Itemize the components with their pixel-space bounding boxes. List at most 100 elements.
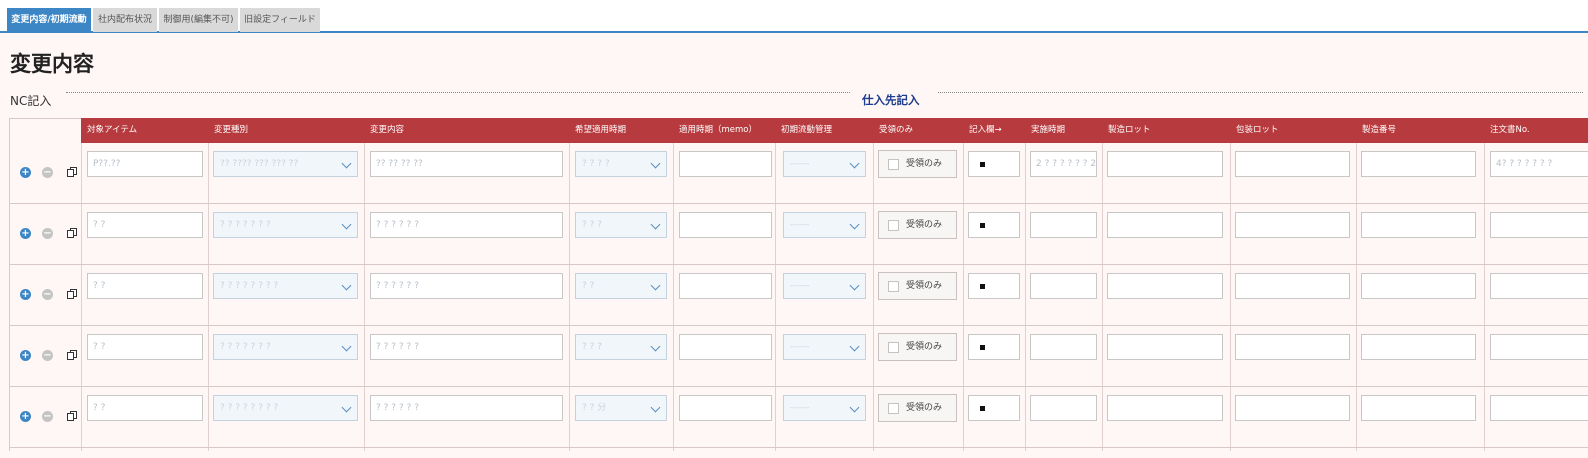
period-memo-input[interactable] [679,273,772,299]
receipt-only-label: 受領のみ [906,281,943,291]
col-initial-flow-header: 初期流動管理 [781,125,833,135]
impl-date-input[interactable] [1030,334,1097,360]
order-no-input[interactable]: 4? ? ? ? ? ? ? [1490,151,1588,177]
period-memo-input[interactable] [679,151,772,177]
period-memo-input[interactable] [679,395,772,421]
copy-row-icon[interactable] [67,350,77,360]
target-item-input[interactable]: ? ? [87,212,203,238]
impl-date-input[interactable] [1030,395,1097,421]
initial-flow-select[interactable]: ------ [783,212,866,238]
receipt-only-checkbox[interactable]: 受領のみ [878,150,957,178]
mfg-number-input[interactable] [1361,395,1476,421]
desired-period-select[interactable]: ? ? ? [575,212,667,238]
change-type-select[interactable]: ? ? ? ? ? ? ? ? [213,273,358,299]
mfg-lot-input[interactable] [1107,395,1223,421]
impl-date-input[interactable] [1030,212,1097,238]
impl-date-input[interactable] [1030,273,1097,299]
table-row: + − ? ? ? ? ? ? ? ? ? ? ? ? ? ? ? ? ? ? ------… [10,326,1588,387]
checkbox-square[interactable] [888,220,899,231]
desired-period-select[interactable]: ? ? ? ? [575,151,667,177]
mfg-lot-input[interactable] [1107,151,1223,177]
change-type-select[interactable]: ? ? ? ? ? ? ? [213,334,358,360]
col-pack-lot-header: 包装ロット [1236,125,1279,135]
change-content-input[interactable]: ?? ?? ?? ?? [370,151,563,177]
period-memo-input[interactable] [679,212,772,238]
col-order-no-header: 注文書No. [1490,125,1530,135]
order-no-input[interactable] [1490,273,1588,299]
change-type-select[interactable]: ?? ???? ??? ??? ?? [213,151,358,177]
desired-period-select[interactable]: ? ? [575,273,667,299]
add-row-icon[interactable]: + [20,350,31,361]
target-item-input[interactable]: ? ? [87,334,203,360]
initial-flow-select[interactable]: ------ [783,273,866,299]
initial-flow-select[interactable]: ------ [783,334,866,360]
change-type-select[interactable]: ? ? ? ? ? ? ? [213,212,358,238]
remove-row-icon[interactable]: − [42,350,53,361]
mfg-number-input[interactable] [1361,334,1476,360]
desired-period-select[interactable]: ? ? ? [575,334,667,360]
impl-date-input[interactable]: 2 ? ? ? ? ? ? 2 [1030,151,1097,177]
add-row-icon[interactable]: + [20,228,31,239]
copy-row-icon[interactable] [67,228,77,238]
supplier-section-label: 仕入先記入 [862,93,920,107]
tab-change-content[interactable]: 変更内容/初期流動 [7,8,91,32]
pack-lot-input[interactable] [1235,395,1350,421]
order-no-input[interactable] [1490,334,1588,360]
tab-old-settings[interactable]: 旧設定フィールド [240,8,320,32]
initial-flow-select[interactable]: ------ [783,151,866,177]
col-mfg-lot-header: 製造ロット [1108,125,1151,135]
remove-row-icon[interactable]: − [42,411,53,422]
target-item-input[interactable]: ? ? [87,273,203,299]
checkbox-square[interactable] [888,281,899,292]
checkbox-square[interactable] [888,403,899,414]
add-row-icon[interactable]: + [20,411,31,422]
order-no-input[interactable] [1490,212,1588,238]
pack-lot-input[interactable] [1235,334,1350,360]
target-item-input[interactable]: P??.?? [87,151,203,177]
mfg-number-input[interactable] [1361,273,1476,299]
change-content-input[interactable]: ? ? ? ? ? ? [370,334,563,360]
copy-row-icon[interactable] [67,289,77,299]
mfg-number-input[interactable] [1361,212,1476,238]
checkbox-square[interactable] [888,342,899,353]
pack-lot-input[interactable] [1235,273,1350,299]
remove-row-icon[interactable]: − [42,167,53,178]
remove-row-icon[interactable]: − [42,289,53,300]
filled-marker [980,406,985,411]
target-item-input[interactable]: ? ? [87,395,203,421]
entry-input[interactable] [968,273,1020,299]
initial-flow-select[interactable]: ------ [783,395,866,421]
entry-input[interactable] [968,151,1020,177]
change-content-input[interactable]: ? ? ? ? ? ? [370,273,563,299]
checkbox-square[interactable] [888,159,899,170]
mfg-number-input[interactable] [1361,151,1476,177]
mfg-lot-input[interactable] [1107,334,1223,360]
entry-input[interactable] [968,334,1020,360]
pack-lot-input[interactable] [1235,151,1350,177]
entry-input[interactable] [968,395,1020,421]
receipt-only-checkbox[interactable]: 受領のみ [878,333,957,361]
pack-lot-input[interactable] [1235,212,1350,238]
receipt-only-checkbox[interactable]: 受領のみ [878,272,957,300]
order-no-input[interactable] [1490,395,1588,421]
change-type-select[interactable]: ? ? ? ? ? ? ? ? [213,395,358,421]
mfg-lot-input[interactable] [1107,273,1223,299]
entry-input[interactable] [968,212,1020,238]
period-memo-input[interactable] [679,334,772,360]
mfg-lot-input[interactable] [1107,212,1223,238]
copy-row-icon[interactable] [67,167,77,177]
receipt-only-checkbox[interactable]: 受領のみ [878,394,957,422]
change-table: 対象アイテム 変更種別 変更内容 希望適用時期 適用時期（memo） 初期流動管理 受領のみ… [9,118,1588,451]
add-row-icon[interactable]: + [20,289,31,300]
change-type-value: ? ? ? ? ? ? ? ? [220,281,279,291]
tab-internal-distribution[interactable]: 社内配布状況 [93,8,157,32]
receipt-only-checkbox[interactable]: 受領のみ [878,211,957,239]
remove-row-icon[interactable]: − [42,228,53,239]
change-content-input[interactable]: ? ? ? ? ? ? [370,212,563,238]
change-content-input[interactable]: ? ? ? ? ? ? [370,395,563,421]
desired-period-select[interactable]: ? ? 分 [575,395,667,421]
copy-row-icon[interactable] [67,411,77,421]
tab-control[interactable]: 制御用(編集不可) [159,8,238,32]
add-row-icon[interactable]: + [20,167,31,178]
table-row: + − ? ? ? ? ? ? ? ? ? ? ? ? ? ? ? ? ? ? ------… [10,204,1588,265]
